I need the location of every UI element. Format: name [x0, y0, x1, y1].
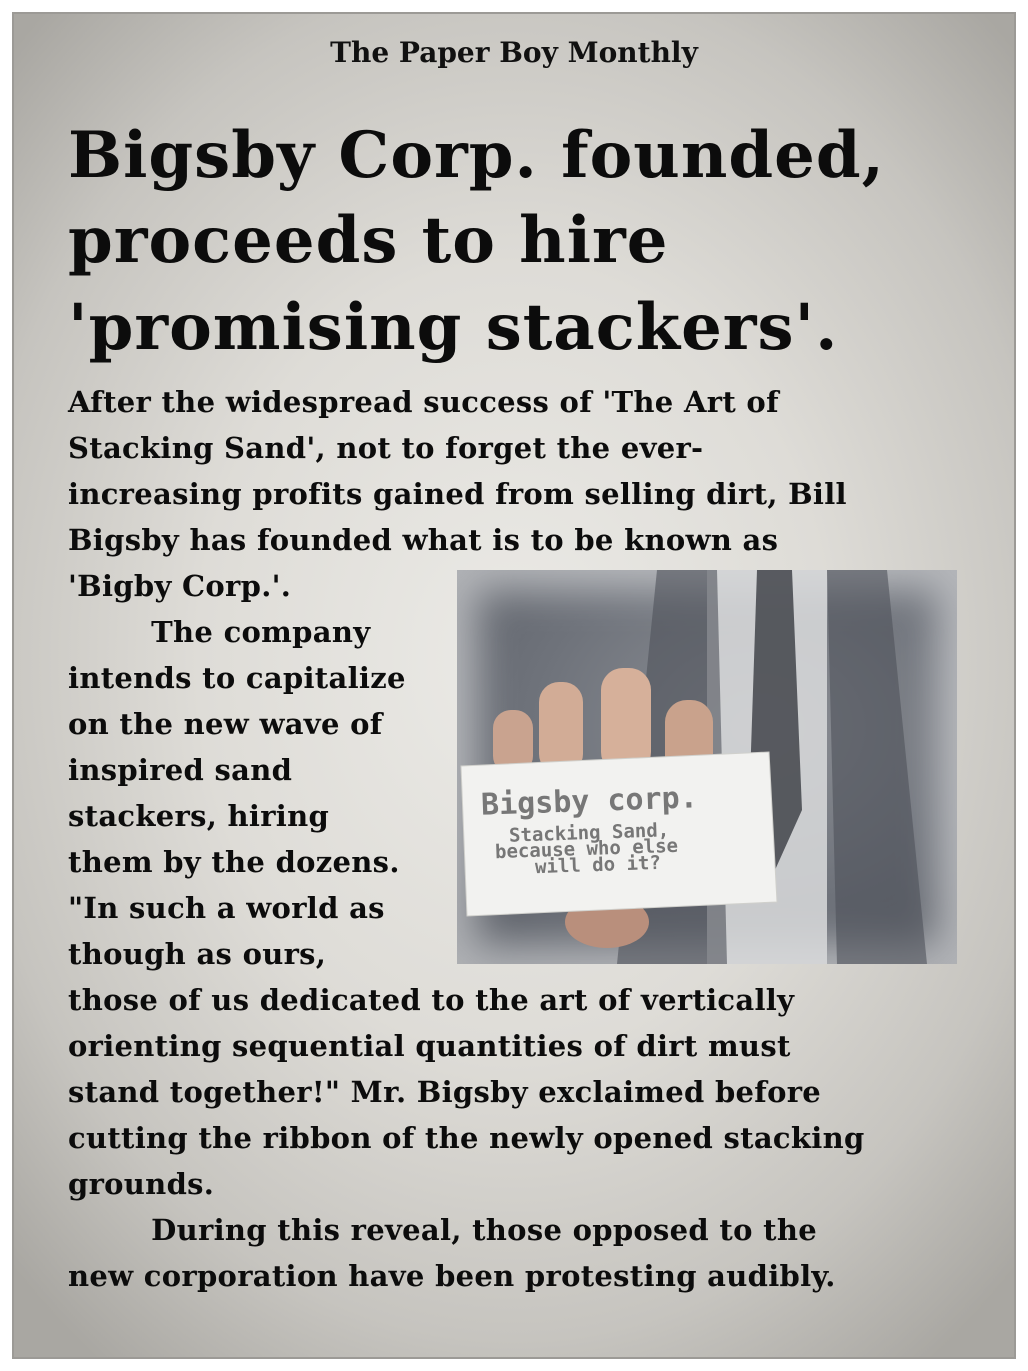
headline-line-3: 'promising stackers'. [68, 290, 839, 365]
body-line: new corporation have been protesting aud… [68, 1259, 836, 1293]
body-line: Stacking Sand', not to forget the ever- [68, 431, 704, 465]
body-line: During this reveal, those opposed to the [68, 1213, 817, 1247]
body-line: stackers, hiring [68, 799, 330, 833]
publication-title: The Paper Boy Monthly [330, 36, 698, 69]
body-line: Bigsby has founded what is to be known a… [68, 523, 779, 557]
body-line: After the widespread success of 'The Art… [68, 385, 779, 419]
body-line: those of us dedicated to the art of vert… [68, 983, 795, 1017]
business-card-photo: Bigsby corp. Stacking Sand, because who … [457, 570, 957, 964]
body-line: inspired sand [68, 753, 293, 787]
body-line: cutting the ribbon of the newly opened s… [68, 1121, 865, 1155]
headline-line-1: Bigsby Corp. founded, [68, 118, 885, 193]
body-line: intends to capitalize [68, 661, 406, 695]
body-line: The company [68, 615, 371, 649]
body-line: grounds. [68, 1167, 215, 1201]
body-line: increasing profits gained from selling d… [68, 477, 847, 511]
body-line: orienting sequential quantities of dirt … [68, 1029, 791, 1063]
photo-illustration [460, 570, 927, 964]
body-line: them by the dozens. [68, 845, 400, 879]
body-line: stand together!" Mr. Bigsby exclaimed be… [68, 1075, 822, 1109]
body-line: though as ours, [68, 937, 327, 971]
headline-line-2: proceeds to hire [68, 203, 669, 278]
body-line: 'Bigby Corp.'. [68, 569, 292, 603]
body-line: "In such a world as [68, 891, 385, 925]
newspaper-page: The Paper Boy Monthly Bigsby Corp. found… [12, 12, 1016, 1359]
body-line: on the new wave of [68, 707, 383, 741]
card-tagline: will do it? [534, 851, 662, 879]
